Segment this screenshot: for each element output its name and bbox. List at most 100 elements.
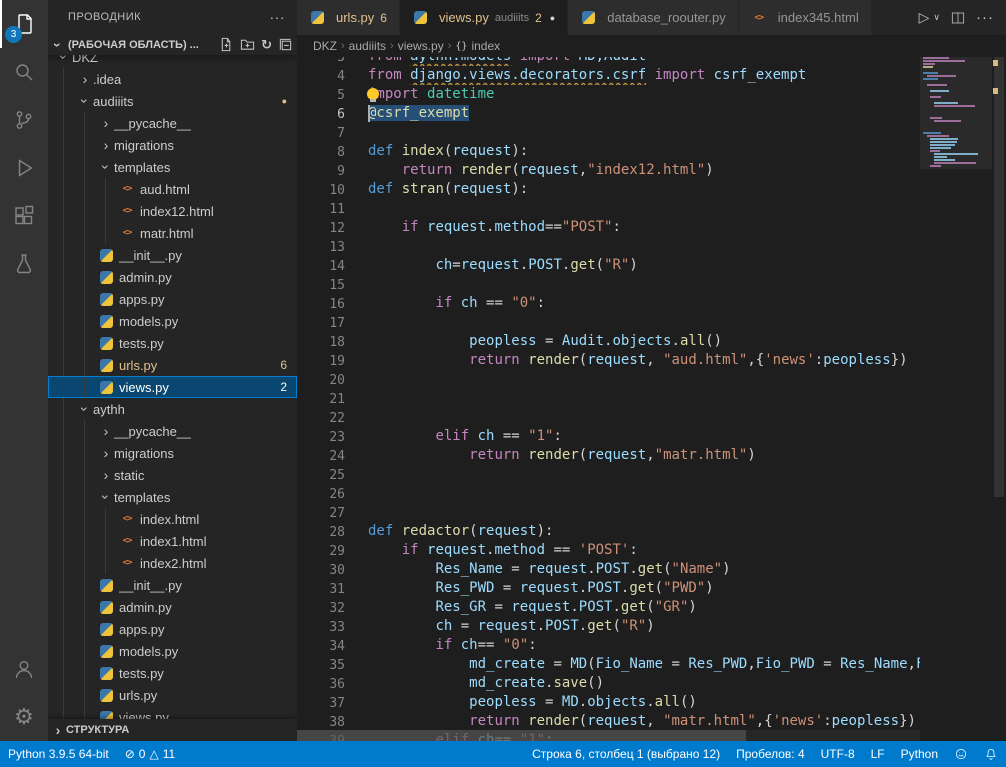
code-line-3[interactable]: 3from aythh.models import MD,Audit <box>297 57 920 66</box>
notifications-status[interactable] <box>976 741 1006 767</box>
feedback-status[interactable] <box>946 741 976 767</box>
tree-folder-migrations[interactable]: ›migrations <box>48 134 297 156</box>
source-control-view-icon[interactable] <box>0 96 48 144</box>
tree-folder-migrations[interactable]: ›migrations <box>48 442 297 464</box>
testing-view-icon[interactable] <box>0 240 48 288</box>
tree-file-matr.html[interactable]: <>matr.html <box>48 222 297 244</box>
tree-folder-static[interactable]: ›static <box>48 464 297 486</box>
cursor-position-status[interactable]: Строка 6, столбец 1 (выбрано 12) <box>524 741 728 767</box>
encoding-status[interactable]: UTF-8 <box>813 741 863 767</box>
tree-folder-__pycache__[interactable]: ›__pycache__ <box>48 420 297 442</box>
tree-file-index1.html[interactable]: <>index1.html <box>48 530 297 552</box>
more-actions-icon[interactable]: ··· <box>976 9 994 26</box>
code-line-10[interactable]: 10def stran(request): <box>297 180 920 199</box>
extensions-view-icon[interactable] <box>0 192 48 240</box>
tree-file-apps.py[interactable]: apps.py <box>48 618 297 640</box>
vertical-scrollbar[interactable] <box>992 57 1006 741</box>
tree-folder-templates[interactable]: ›templates <box>48 486 297 508</box>
tree-file-admin.py[interactable]: admin.py <box>48 266 297 288</box>
code-line-5[interactable]: 5import datetime <box>297 85 920 104</box>
split-editor-icon[interactable] <box>950 10 966 26</box>
tab-views.py[interactable]: views.pyaudiiits2● <box>400 0 568 35</box>
code-line-4[interactable]: 4from django.views.decorators.csrf impor… <box>297 66 920 85</box>
lightbulb-icon[interactable] <box>367 88 379 100</box>
code-line-8[interactable]: 8def index(request): <box>297 142 920 161</box>
code-line-37[interactable]: 37 peopless = MD.objects.all() <box>297 693 920 712</box>
run-debug-view-icon[interactable] <box>0 144 48 192</box>
code-line-6[interactable]: 6@csrf_exempt <box>297 104 920 123</box>
code-line-38[interactable]: 38 return render(request, "matr.html",{'… <box>297 712 920 731</box>
run-python-file-icon[interactable]: ▷ <box>919 9 930 26</box>
code-line-17[interactable]: 17 <box>297 313 920 332</box>
new-folder-icon[interactable] <box>240 37 255 52</box>
tree-folder-audiiits[interactable]: ›audiiits● <box>48 90 297 112</box>
code-line-33[interactable]: 33 ch = request.POST.get("R") <box>297 617 920 636</box>
workspace-section-header[interactable]: › (РАБОЧАЯ ОБЛАСТЬ) ... ↻ <box>48 34 297 55</box>
code-line-24[interactable]: 24 return render(request,"matr.html") <box>297 446 920 465</box>
python-interpreter-status[interactable]: Python 3.9.5 64-bit <box>0 741 117 767</box>
breadcrumb-item-audiiits[interactable]: audiiits <box>349 39 386 53</box>
tree-folder-.idea[interactable]: ›.idea <box>48 68 297 90</box>
new-file-icon[interactable] <box>219 37 234 52</box>
code-line-15[interactable]: 15 <box>297 275 920 294</box>
tree-file-index.html[interactable]: <>index.html <box>48 508 297 530</box>
tree-file-__init__.py[interactable]: __init__.py <box>48 244 297 266</box>
tree-file-views.py[interactable]: views.py2 <box>48 376 297 398</box>
explorer-more-actions-icon[interactable]: ··· <box>270 9 286 25</box>
tree-file-urls.py[interactable]: urls.py6 <box>48 354 297 376</box>
code-line-18[interactable]: 18 peopless = Audit.objects.all() <box>297 332 920 351</box>
code-line-7[interactable]: 7 <box>297 123 920 142</box>
horizontal-scrollbar-slider[interactable] <box>297 730 746 741</box>
tree-file-__init__.py[interactable]: __init__.py <box>48 574 297 596</box>
tab-database_roouter.py[interactable]: database_roouter.py <box>568 0 739 35</box>
problems-status[interactable]: ⊘ 0 △ 11 <box>117 741 183 767</box>
collapse-all-icon[interactable] <box>278 37 293 52</box>
tree-file-models.py[interactable]: models.py <box>48 310 297 332</box>
code-line-23[interactable]: 23 elif ch == "1": <box>297 427 920 446</box>
outline-section-header[interactable]: › СТРУКТУРА <box>48 719 297 741</box>
tree-folder-aythh[interactable]: ›aythh <box>48 398 297 420</box>
explorer-view-icon[interactable]: 3 <box>0 0 48 48</box>
code-line-25[interactable]: 25 <box>297 465 920 484</box>
code-line-16[interactable]: 16 if ch == "0": <box>297 294 920 313</box>
code-line-36[interactable]: 36 md_create.save() <box>297 674 920 693</box>
breadcrumb-item-views.py[interactable]: views.py <box>398 39 444 53</box>
tree-folder-__pycache__[interactable]: ›__pycache__ <box>48 112 297 134</box>
code-editor[interactable]: 3from aythh.models import MD,Audit4from … <box>297 57 1006 741</box>
code-line-34[interactable]: 34 if ch== "0": <box>297 636 920 655</box>
code-line-19[interactable]: 19 return render(request, "aud.html",{'n… <box>297 351 920 370</box>
tree-file-tests.py[interactable]: tests.py <box>48 662 297 684</box>
code-line-14[interactable]: 14 ch=request.POST.get("R") <box>297 256 920 275</box>
code-line-12[interactable]: 12 if request.method=="POST": <box>297 218 920 237</box>
refresh-icon[interactable]: ↻ <box>261 38 272 51</box>
eol-status[interactable]: LF <box>863 741 893 767</box>
tab-urls.py[interactable]: urls.py6 <box>297 0 400 35</box>
settings-gear-icon[interactable]: ⚙ <box>0 693 48 741</box>
breadcrumb-symbol-label[interactable]: index <box>471 39 500 53</box>
code-line-22[interactable]: 22 <box>297 408 920 427</box>
code-line-21[interactable]: 21 <box>297 389 920 408</box>
code-line-9[interactable]: 9 return render(request,"index12.html") <box>297 161 920 180</box>
code-line-27[interactable]: 27 <box>297 503 920 522</box>
tree-file-apps.py[interactable]: apps.py <box>48 288 297 310</box>
tree-file-index12.html[interactable]: <>index12.html <box>48 200 297 222</box>
code-line-20[interactable]: 20 <box>297 370 920 389</box>
accounts-icon[interactable] <box>0 645 48 693</box>
tree-file-urls.py[interactable]: urls.py <box>48 684 297 706</box>
language-mode-status[interactable]: Python <box>893 741 946 767</box>
breadcrumb-item-DKZ[interactable]: DKZ <box>313 39 337 53</box>
tree-file-models.py[interactable]: models.py <box>48 640 297 662</box>
code-line-29[interactable]: 29 if request.method == 'POST': <box>297 541 920 560</box>
indentation-status[interactable]: Пробелов: 4 <box>728 741 813 767</box>
code-line-26[interactable]: 26 <box>297 484 920 503</box>
tree-file-aud.html[interactable]: <>aud.html <box>48 178 297 200</box>
tab-index345.html[interactable]: <>index345.html <box>739 0 872 35</box>
run-dropdown-chevron-icon[interactable]: ∨ <box>933 12 940 23</box>
vertical-scrollbar-slider[interactable] <box>994 57 1004 497</box>
tree-file-index2.html[interactable]: <>index2.html <box>48 552 297 574</box>
tree-file-admin.py[interactable]: admin.py <box>48 596 297 618</box>
code-line-11[interactable]: 11 <box>297 199 920 218</box>
horizontal-scrollbar[interactable] <box>297 730 920 741</box>
code-line-35[interactable]: 35 md_create = MD(Fio_Name = Res_PWD,Fio… <box>297 655 920 674</box>
code-line-28[interactable]: 28def redactor(request): <box>297 522 920 541</box>
